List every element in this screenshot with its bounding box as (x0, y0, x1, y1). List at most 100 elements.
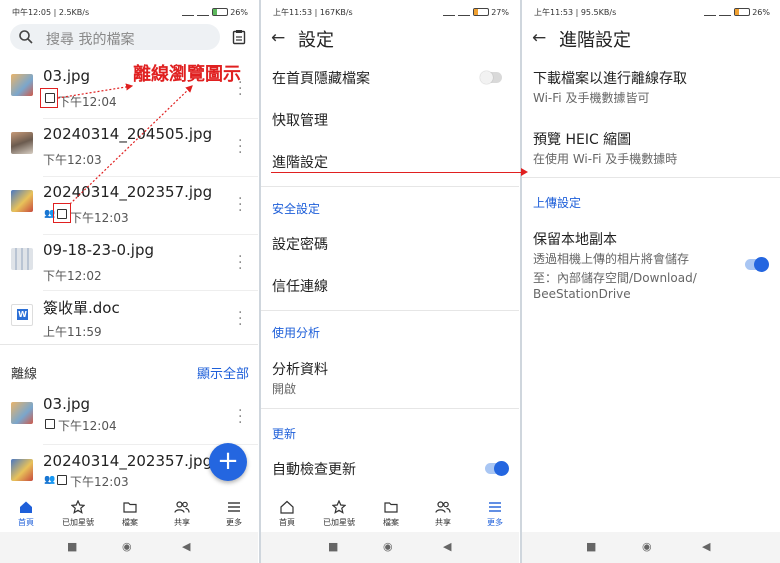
annotation-connector-line (271, 172, 525, 173)
star-icon (319, 499, 359, 514)
annotation-connector-arrowhead (521, 168, 528, 176)
back-arrow-icon[interactable]: ← (532, 28, 546, 48)
analytics-data-status: 開啟 (272, 382, 297, 396)
status-right: 26% (704, 7, 770, 17)
keep-local-toggle[interactable] (745, 257, 769, 272)
offline-download-subtitle: Wi-Fi 及手機數據皆可 (533, 91, 650, 105)
status-right: 27% (443, 7, 509, 17)
nav-home-label: 首頁 (18, 518, 34, 527)
recents-icon[interactable]: ■ (328, 540, 338, 553)
keep-local-subtitle: 透過相機上傳的相片將會儲存 (533, 252, 690, 266)
image-thumbnail (11, 248, 33, 270)
add-button[interactable]: + (209, 443, 247, 481)
system-navigation-bar: ■ ◉ ◀ (261, 532, 519, 563)
nav-starred[interactable]: 已加星號 (319, 499, 359, 528)
nav-files-label: 檔案 (383, 518, 399, 527)
bottom-navigation: 首頁 已加星號 檔案 共享 更多 (261, 496, 519, 532)
nav-starred[interactable]: 已加星號 (58, 499, 98, 528)
shared-icon: 👥 (44, 475, 56, 485)
home-screen: 中午12:05 | 2.5KB/s 26% 搜尋 我的檔案 03.jpg 下午1… (0, 0, 258, 563)
people-icon (423, 500, 463, 514)
back-system-icon[interactable]: ◀ (182, 540, 190, 553)
system-navigation-bar: ■ ◉ ◀ (0, 532, 258, 563)
more-options-icon[interactable]: · · · (238, 250, 242, 276)
file-name: 20240314_202357.jpg (43, 452, 213, 470)
home-system-icon[interactable]: ◉ (383, 540, 393, 553)
recents-icon[interactable]: ■ (67, 540, 77, 553)
offline-file-row[interactable]: 03.jpg 下午12:04 · · · (0, 390, 258, 447)
settings-screen: 上午11:53 | 167KB/s 27% ← 設定 在首頁隱藏檔案 快取管理 … (261, 0, 519, 563)
nav-files-label: 檔案 (122, 518, 138, 527)
more-options-icon[interactable]: · · · (238, 404, 242, 430)
offline-icon (45, 419, 55, 429)
home-icon (6, 500, 46, 514)
back-system-icon[interactable]: ◀ (702, 540, 710, 553)
nav-files[interactable]: 檔案 (110, 500, 150, 528)
people-icon (162, 500, 202, 514)
advanced-settings[interactable]: 進階設定 (272, 152, 328, 172)
file-row[interactable]: 09-18-23-0.jpg 下午12:02 · · · (0, 236, 258, 293)
analytics-section-header: 使用分析 (272, 326, 321, 340)
app-bar: ← 進階設定 (522, 24, 780, 54)
menu-icon (475, 500, 515, 514)
system-navigation-bar: ■ ◉ ◀ (522, 532, 780, 563)
status-bar: 上午11:53 | 167KB/s 27% (261, 0, 519, 24)
nav-more[interactable]: 更多 (214, 500, 254, 528)
trusted-connections[interactable]: 信任連線 (272, 276, 328, 296)
page-title: 設定 (298, 30, 334, 51)
back-system-icon[interactable]: ◀ (443, 540, 451, 553)
nav-shared[interactable]: 共享 (162, 500, 202, 528)
file-time: 下午12:02 (43, 269, 102, 283)
nav-starred-label: 已加星號 (323, 518, 355, 527)
update-section-header: 更新 (272, 427, 297, 441)
nav-files[interactable]: 檔案 (371, 500, 411, 528)
analytics-data[interactable]: 分析資料 (272, 359, 328, 379)
nav-shared[interactable]: 共享 (423, 500, 463, 528)
annotation-arrows (57, 83, 193, 205)
image-thumbnail (11, 402, 33, 424)
offline-icon (57, 475, 67, 485)
security-section-header: 安全設定 (272, 202, 321, 216)
nav-home[interactable]: 首頁 (267, 500, 307, 528)
back-arrow-icon[interactable]: ← (271, 28, 285, 48)
offline-download-title: 下載檔案以進行離線存取 (533, 71, 687, 87)
file-time: 下午12:04 (58, 419, 117, 433)
heic-subtitle: 在使用 Wi-Fi 及手機數據時 (533, 152, 678, 166)
show-all-link[interactable]: 顯示全部 (197, 363, 249, 382)
page-title: 進階設定 (559, 30, 631, 51)
file-name: 09-18-23-0.jpg (43, 241, 155, 259)
nav-more[interactable]: 更多 (475, 500, 515, 528)
cache-management[interactable]: 快取管理 (272, 110, 328, 130)
hide-files-setting[interactable]: 在首頁隱藏檔案 (272, 68, 370, 88)
nav-shared-label: 共享 (435, 518, 451, 527)
nav-home[interactable]: 首頁 (6, 500, 46, 528)
file-time: 上午11:59 (43, 325, 102, 339)
home-system-icon[interactable]: ◉ (122, 540, 132, 553)
app-bar: ← 設定 (261, 24, 519, 54)
word-doc-icon: W (11, 304, 33, 326)
auto-update-toggle[interactable] (485, 461, 509, 476)
advanced-settings-screen: 上午11:53 | 95.5KB/s 26% ← 進階設定 下載檔案以進行離線存… (522, 0, 780, 563)
nav-shared-label: 共享 (174, 518, 190, 527)
home-system-icon[interactable]: ◉ (642, 540, 652, 553)
status-bar: 上午11:53 | 95.5KB/s 26% (522, 0, 780, 24)
file-name: 03.jpg (43, 395, 91, 413)
keep-local-path: 至：內部儲存空間/Download/ (533, 271, 697, 285)
bottom-navigation: 首頁 已加星號 檔案 共享 更多 (0, 496, 258, 532)
file-row[interactable]: W 簽收單.doc 上午11:59 · · · (0, 292, 258, 349)
status-time: 上午11:53 | 167KB/s (273, 8, 353, 17)
keep-local-title: 保留本地副本 (533, 232, 617, 248)
menu-icon (214, 500, 254, 514)
set-password[interactable]: 設定密碼 (272, 234, 328, 254)
auto-update-setting[interactable]: 自動檢查更新 (272, 459, 356, 479)
nav-starred-label: 已加星號 (62, 518, 94, 527)
nav-home-label: 首頁 (279, 518, 295, 527)
recents-icon[interactable]: ■ (586, 540, 596, 553)
folder-icon (371, 500, 411, 514)
keep-local-path-folder: BeeStationDrive (533, 287, 631, 301)
more-options-icon[interactable]: · · · (238, 306, 242, 332)
heic-title: 預覽 HEIC 縮圖 (533, 132, 632, 148)
folder-icon (110, 500, 150, 514)
hide-files-toggle[interactable] (480, 71, 502, 84)
nav-more-label: 更多 (487, 518, 503, 527)
